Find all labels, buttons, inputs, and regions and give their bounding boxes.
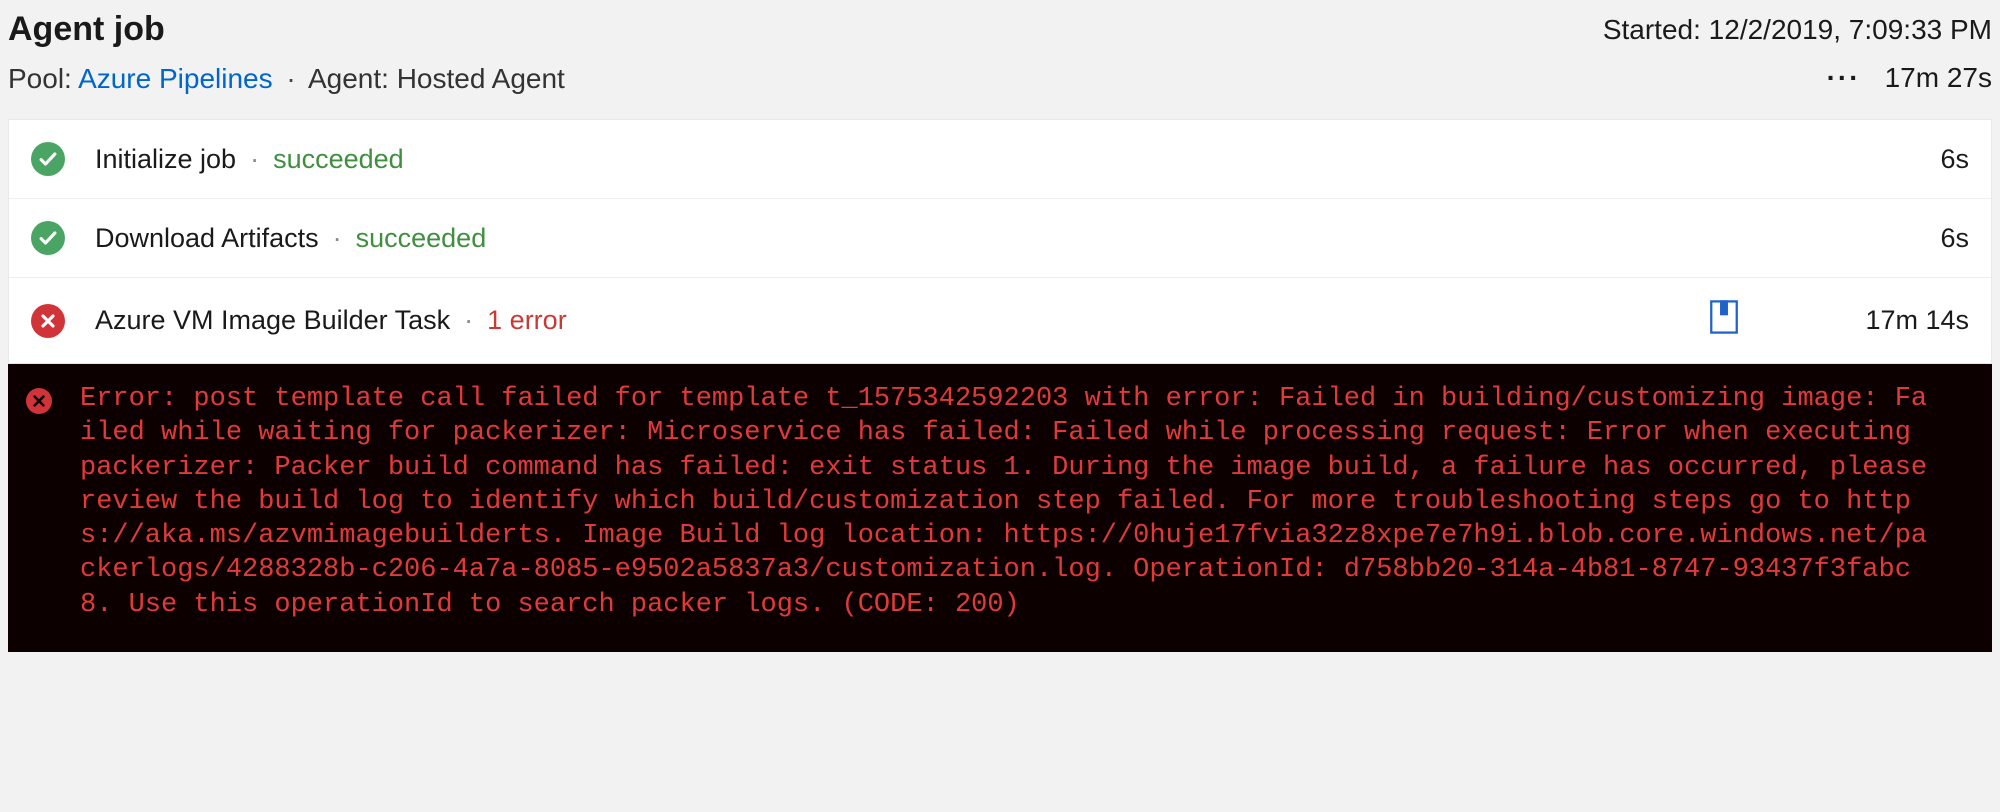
error-log-panel: Error: post template call failed for tem… xyxy=(8,364,1992,652)
step-name: Azure VM Image Builder Task xyxy=(95,305,450,336)
step-duration: 6s xyxy=(1859,223,1969,254)
cross-icon xyxy=(26,388,52,414)
check-icon xyxy=(31,142,65,176)
check-icon xyxy=(31,221,65,255)
more-actions-button[interactable]: ··· xyxy=(1827,62,1861,94)
started-value: 12/2/2019, 7:09:33 PM xyxy=(1709,14,1992,45)
separator-dot: · xyxy=(286,63,295,94)
duration-row: ··· 17m 27s xyxy=(1603,62,1992,94)
cross-icon xyxy=(31,304,65,338)
steps-list: Initialize job · succeeded 6s Download A… xyxy=(8,119,1992,364)
error-log-text[interactable]: Error: post template call failed for tem… xyxy=(80,382,1940,622)
step-status: 1 error xyxy=(487,305,567,336)
started-label: Started: xyxy=(1603,14,1701,45)
step-row[interactable]: Download Artifacts · succeeded 6s xyxy=(9,198,1991,277)
agent-label: Agent: xyxy=(308,63,389,94)
agent-name: Hosted Agent xyxy=(397,63,565,94)
separator-dot: · xyxy=(250,144,259,175)
step-duration: 17m 14s xyxy=(1859,305,1969,336)
step-name: Download Artifacts xyxy=(95,223,319,254)
started-time: Started: 12/2/2019, 7:09:33 PM xyxy=(1603,14,1992,46)
total-duration: 17m 27s xyxy=(1885,62,1992,94)
job-header-right: Started: 12/2/2019, 7:09:33 PM ··· 17m 2… xyxy=(1603,10,1992,94)
page-title: Agent job xyxy=(8,10,565,49)
separator-dot: · xyxy=(464,305,473,336)
pool-label: Pool: xyxy=(8,63,72,94)
step-name: Initialize job xyxy=(95,144,236,175)
step-status: succeeded xyxy=(356,223,487,254)
pool-link[interactable]: Azure Pipelines xyxy=(78,63,273,94)
artifact-icon[interactable] xyxy=(1709,300,1739,341)
step-status: succeeded xyxy=(273,144,404,175)
step-row[interactable]: Initialize job · succeeded 6s xyxy=(9,120,1991,198)
job-header-left: Agent job Pool: Azure Pipelines · Agent:… xyxy=(8,10,565,95)
step-row[interactable]: Azure VM Image Builder Task · 1 error 17… xyxy=(9,277,1991,363)
job-header: Agent job Pool: Azure Pipelines · Agent:… xyxy=(0,0,2000,119)
step-duration: 6s xyxy=(1859,144,1969,175)
separator-dot: · xyxy=(333,223,342,254)
job-subtitle: Pool: Azure Pipelines · Agent: Hosted Ag… xyxy=(8,63,565,95)
